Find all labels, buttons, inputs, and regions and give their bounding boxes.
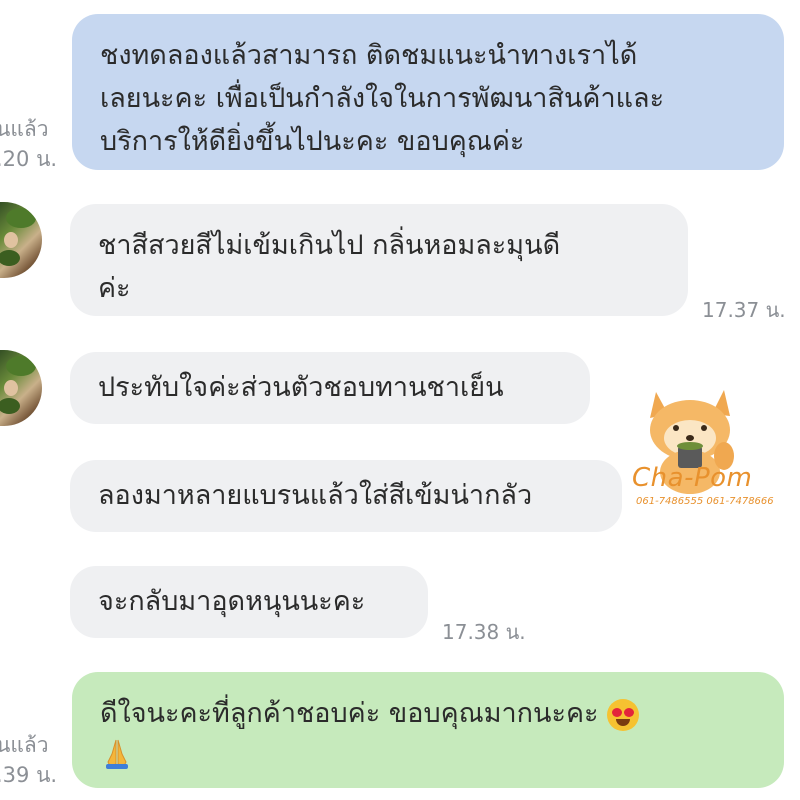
avatar[interactable] xyxy=(0,350,42,426)
message-line: ชาสีสวยสีไม่เข้มเกินไป กลิ่นหอมละมุนดี xyxy=(98,230,561,261)
message-bubble-sent[interactable]: ดีใจนะคะที่ลูกค้าชอบค่ะ ขอบคุณมากนะคะ xyxy=(72,672,784,788)
message-line: เลยนะคะ เพื่อเป็นกำลังใจในการพัฒนาสินค้า… xyxy=(100,83,665,114)
message-bubble-received[interactable]: จะกลับมาอุดหนุนนะคะ xyxy=(70,566,428,638)
message-text: ดีใจนะคะที่ลูกค้าชอบค่ะ ขอบคุณมากนะคะ xyxy=(100,698,599,729)
message-time: 17.37 น. xyxy=(702,298,786,322)
message-time: .20 น. xyxy=(0,147,58,171)
message-bubble-received[interactable]: ประทับใจค่ะส่วนตัวชอบทานชาเย็น xyxy=(70,352,590,424)
message-time: .39 น. xyxy=(0,763,58,787)
avatar[interactable] xyxy=(0,202,42,278)
message-line: บริการให้ดียิ่งขึ้นไปนะคะ ขอบคุณค่ะ xyxy=(100,126,525,157)
message-bubble-received[interactable]: ชาสีสวยสีไม่เข้มเกินไป กลิ่นหอมละมุนดี ค… xyxy=(70,204,688,316)
message-line: ค่ะ xyxy=(98,273,131,304)
read-receipt: นแล้ว xyxy=(0,733,49,757)
heart-eyes-emoji-icon xyxy=(606,698,639,731)
message-time: 17.38 น. xyxy=(442,620,526,644)
message-bubble-sent[interactable]: ชงทดลองแล้วสามารถ ติดชมแนะนำทางเราได้ เล… xyxy=(72,14,784,170)
read-receipt: นแล้ว xyxy=(0,117,49,141)
folded-hands-emoji-icon xyxy=(106,739,128,769)
watermark-phones: 061-7486555 061-7478666 xyxy=(636,496,774,507)
message-line: ชงทดลองแล้วสามารถ ติดชมแนะนำทางเราได้ xyxy=(100,40,638,71)
message-line: ประทับใจค่ะส่วนตัวชอบทานชาเย็น xyxy=(98,372,504,403)
message-line: ดีใจนะคะที่ลูกค้าชอบค่ะ ขอบคุณมากนะคะ xyxy=(100,692,760,735)
message-line: ลองมาหลายแบรนแล้วใส่สีเข้มน่ากลัว xyxy=(98,480,533,511)
message-line: จะกลับมาอุดหนุนนะคะ xyxy=(98,586,366,617)
watermark-brand: Cha-Pom xyxy=(632,463,753,493)
message-bubble-received[interactable]: ลองมาหลายแบรนแล้วใส่สีเข้มน่ากลัว xyxy=(70,460,622,532)
